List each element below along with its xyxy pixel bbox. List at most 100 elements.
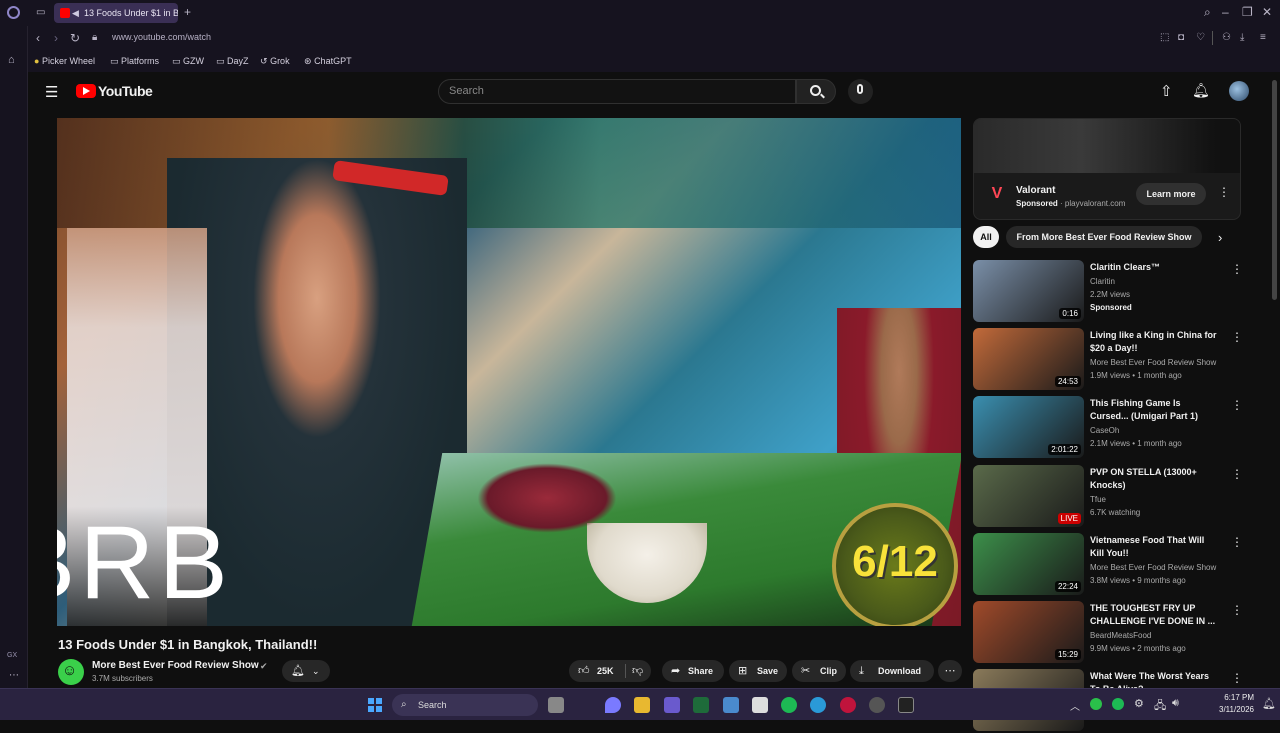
- ad-card[interactable]: V Valorant Sponsored · playvalorant.com …: [973, 118, 1241, 220]
- recommendation-channel[interactable]: More Best Ever Food Review Show: [1090, 356, 1220, 369]
- heart-icon[interactable]: ♡: [1196, 32, 1205, 44]
- recommendation-item[interactable]: 22:24 Vietnamese Food That Will Kill You!…: [973, 533, 1248, 597]
- recommendation-channel[interactable]: Tfue: [1090, 493, 1220, 506]
- recommendation-item[interactable]: 24:53 Living like a King in China for $20…: [973, 328, 1248, 392]
- url-field[interactable]: www.youtube.com/watch: [112, 32, 211, 42]
- voice-search-button[interactable]: [848, 79, 873, 104]
- recommendation-item[interactable]: 0:16 Claritin Clears™ Claritin 2.2M views Sp…: [973, 260, 1248, 324]
- capcut-icon[interactable]: [752, 697, 768, 713]
- recommendation-title[interactable]: THE TOUGHEST FRY UP CHALLENGE I'VE DONE …: [1090, 602, 1220, 628]
- notifications-icon[interactable]: 🔔︎: [1262, 697, 1276, 710]
- recommendation-more-icon[interactable]: ⋮: [1231, 330, 1243, 344]
- taskbar-search[interactable]: ⌕ Search: [392, 694, 538, 716]
- thumbs-up-icon[interactable]: 👍︎: [578, 660, 590, 682]
- bookmark-dayz[interactable]: ▭ DayZ: [216, 50, 249, 72]
- opera-logo-icon[interactable]: [7, 6, 20, 19]
- recommendation-item[interactable]: 2:01:22 This Fishing Game Is Cursed... (U…: [973, 396, 1248, 460]
- spotify-icon[interactable]: [781, 697, 797, 713]
- notifications-bell-icon[interactable]: 🔔︎: [1192, 82, 1210, 99]
- bookmark-chatgpt[interactable]: ⊛ ChatGPT: [304, 50, 352, 72]
- file-explorer-icon[interactable]: [634, 697, 650, 713]
- chevron-right-icon[interactable]: ›: [1218, 230, 1222, 245]
- video-thumbnail[interactable]: 0:16: [973, 260, 1084, 322]
- download-button[interactable]: ⤓ Download: [850, 660, 934, 682]
- download-icon[interactable]: ⤓: [1240, 32, 1244, 44]
- edge-icon[interactable]: [810, 697, 826, 713]
- excel-icon[interactable]: [693, 697, 709, 713]
- windows-start-icon[interactable]: [368, 698, 382, 712]
- recommendation-item[interactable]: 15:29 THE TOUGHEST FRY UP CHALLENGE I'VE …: [973, 601, 1248, 665]
- recommendation-channel[interactable]: More Best Ever Food Review Show: [1090, 561, 1220, 574]
- video-thumbnail[interactable]: LIVE: [973, 465, 1084, 527]
- youtube-logo-text[interactable]: YouTube: [98, 83, 153, 99]
- recommendation-title[interactable]: Living like a King in China for $20 a Da…: [1090, 329, 1220, 355]
- maximize-icon[interactable]: ❐: [1242, 6, 1253, 18]
- tray-app-icon[interactable]: [1090, 698, 1102, 710]
- save-button[interactable]: ⊞ Save: [729, 660, 787, 682]
- video-thumbnail[interactable]: 15:29: [973, 601, 1084, 663]
- back-icon[interactable]: ‹: [36, 32, 40, 44]
- scrollbar[interactable]: [1272, 80, 1277, 300]
- tab-list-icon[interactable]: ▭: [36, 7, 45, 19]
- recommendation-title[interactable]: Vietnamese Food That Will Kill You!!: [1090, 534, 1220, 560]
- gx-label[interactable]: GX: [7, 652, 17, 659]
- recommendation-title[interactable]: Claritin Clears™: [1090, 261, 1220, 274]
- video-thumbnail[interactable]: 2:01:22: [973, 396, 1084, 458]
- video-thumbnail[interactable]: 24:53: [973, 328, 1084, 390]
- speaker-icon[interactable]: ◀: [72, 3, 79, 23]
- bookmark-grok[interactable]: ↺ Grok: [260, 50, 290, 72]
- recommendation-more-icon[interactable]: ⋮: [1231, 603, 1243, 617]
- video-player[interactable]: 6/12 BRB: [57, 118, 961, 626]
- recommendation-more-icon[interactable]: ⋮: [1231, 398, 1243, 412]
- recommendation-more-icon[interactable]: ⋮: [1231, 535, 1243, 549]
- forward-icon[interactable]: ›: [54, 32, 58, 44]
- channel-name[interactable]: More Best Ever Food Review Show: [92, 660, 259, 671]
- menu-icon[interactable]: ≡: [1260, 32, 1266, 44]
- clip-button[interactable]: ✂ Clip: [792, 660, 846, 682]
- network-icon[interactable]: 🖧: [1154, 697, 1166, 716]
- channel-avatar[interactable]: ☺: [58, 659, 84, 685]
- store-icon[interactable]: [664, 697, 680, 713]
- youtube-logo-icon[interactable]: [76, 84, 96, 98]
- subscribed-bell-button[interactable]: 🔔︎ ⌄: [282, 660, 330, 682]
- recommendation-channel[interactable]: CaseOh: [1090, 424, 1220, 437]
- recommendation-title[interactable]: This Fishing Game Is Cursed... (Umigari …: [1090, 397, 1220, 423]
- dayz-icon[interactable]: [898, 697, 914, 713]
- bookmark-platforms[interactable]: ▭ Platforms: [110, 50, 159, 72]
- like-count[interactable]: 25K: [597, 660, 614, 682]
- droplet-app-icon[interactable]: [605, 697, 621, 713]
- task-view-icon[interactable]: [548, 697, 564, 713]
- tray-spotify-icon[interactable]: [1112, 698, 1124, 710]
- close-icon[interactable]: ✕: [1262, 6, 1272, 18]
- hamburger-menu-icon[interactable]: ☰: [45, 83, 58, 101]
- share-button[interactable]: ➦ Share: [662, 660, 724, 682]
- search-button[interactable]: [796, 79, 836, 104]
- ad-more-icon[interactable]: ⋮: [1218, 185, 1230, 199]
- avatar[interactable]: [1229, 81, 1249, 101]
- workspaces-icon[interactable]: ⌂: [8, 54, 15, 66]
- thumbs-down-icon[interactable]: 👎︎: [632, 660, 643, 682]
- tray-chevron-icon[interactable]: ︿: [1070, 698, 1080, 713]
- snapshot-icon[interactable]: ⬚: [1160, 32, 1169, 44]
- search-input[interactable]: Search: [438, 79, 796, 104]
- new-tab-icon[interactable]: +: [184, 6, 191, 18]
- recommendation-more-icon[interactable]: ⋮: [1231, 262, 1243, 276]
- bookmark-picker-wheel[interactable]: ● Picker Wheel: [34, 50, 95, 72]
- opera-gx-icon[interactable]: [840, 697, 856, 713]
- video-thumbnail[interactable]: 22:24: [973, 533, 1084, 595]
- recommendation-channel[interactable]: Claritin: [1090, 275, 1220, 288]
- more-actions-icon[interactable]: ⋯: [938, 660, 962, 682]
- bookmark-gzw[interactable]: ▭ GZW: [172, 50, 204, 72]
- tab-active[interactable]: ◀ 13 Foods Under $1 in B: [54, 3, 178, 23]
- recommendation-more-icon[interactable]: ⋮: [1231, 467, 1243, 481]
- volume-icon[interactable]: 🔊︎: [1172, 697, 1179, 710]
- more-icon[interactable]: ⋯: [9, 670, 19, 682]
- pocket-icon[interactable]: ◘: [1178, 32, 1184, 44]
- obs-icon[interactable]: [869, 697, 885, 713]
- clock-time[interactable]: 6:17 PM: [1210, 693, 1254, 702]
- profile-icon[interactable]: ⚇: [1222, 32, 1231, 44]
- learn-more-button[interactable]: Learn more: [1136, 183, 1206, 205]
- clock-date[interactable]: 3/11/2026: [1204, 705, 1254, 714]
- notepad-icon[interactable]: [723, 697, 739, 713]
- chip-all[interactable]: All: [973, 226, 999, 248]
